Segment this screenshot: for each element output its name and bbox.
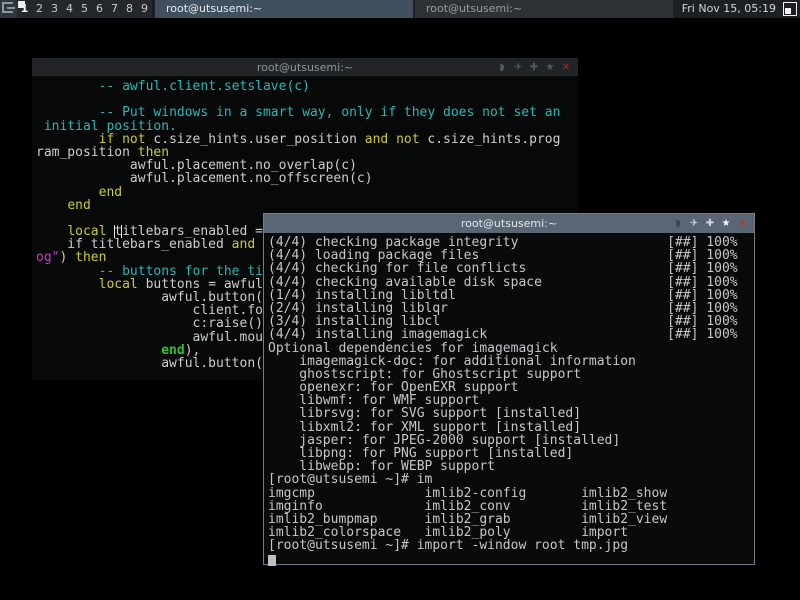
sticky-icon[interactable]: ✚ [526,58,542,77]
terminal-line [36,93,574,106]
floating-icon[interactable]: ◗ [494,58,510,77]
layout-icon-inner [785,8,791,14]
terminal-line: if not c.size_hints.user_position and no… [36,133,574,146]
terminal-line [268,553,750,566]
terminal-line: (2/4) installing liblqr [##] 100% [268,302,750,315]
tag-4[interactable]: 4 [62,0,77,18]
terminal-line: libpng: for PNG support [installed] [268,447,750,460]
terminal-line: (4/4) loading package files [##] 100% [268,249,750,262]
terminal-line: imlib2_colorspace imlib2_poly import [268,526,750,539]
terminal-line: awful.placement.no_overlap(c) [36,159,574,172]
close-icon[interactable]: ✕ [558,58,574,77]
clock: Fri Nov 15, 05:19 [682,0,776,18]
tag-3[interactable]: 3 [47,0,62,18]
terminal-line: [root@utsusemi ~]# import -window root t… [268,539,750,552]
terminal-line: imagemagick-doc: for additional informat… [268,355,750,368]
terminal-line: jasper: for JPEG-2000 support [installed… [268,434,750,447]
terminal-line: ghostscript: for Ghostscript support [268,368,750,381]
logo-shape-2 [7,7,15,9]
ontop-icon[interactable]: ★ [542,58,558,77]
awesome-logo-icon[interactable] [0,0,17,18]
terminal-line: openexr: for OpenEXR support [268,381,750,394]
window2-titlebar-buttons: ◗✈✚★✕ [670,214,750,233]
terminal-line: end [36,199,574,212]
terminal-line: end [36,186,574,199]
window2-titlebar[interactable]: root@utsusemi:~ ◗✈✚★✕ [264,214,754,233]
window1-titlebar[interactable]: root@utsusemi:~ ◗✈✚★✕ [32,58,578,77]
terminal-line: imlib2_bumpmap imlib2_grab imlib2_view [268,513,750,526]
taglist: 123456789 [17,0,152,18]
terminal-line: libwmf: for WMF support [268,394,750,407]
terminal-line: (4/4) checking package integrity [##] 10… [268,236,750,249]
terminal-line: (4/4) installing imagemagick [##] 100% [268,328,750,341]
layout-icon[interactable] [783,2,797,16]
tag-8[interactable]: 8 [122,0,137,18]
terminal-line: awful.placement.no_offscreen(c) [36,172,574,185]
maximize-icon[interactable]: ✈ [686,214,702,233]
tag-2[interactable]: 2 [32,0,47,18]
terminal-line: (4/4) checking available disk space [##]… [268,276,750,289]
tag-1[interactable]: 1 [17,0,32,18]
tag-5[interactable]: 5 [77,0,92,18]
terminal-line: libwebp: for WEBP support [268,460,750,473]
terminal-line: (1/4) installing libltdl [##] 100% [268,289,750,302]
tag-7[interactable]: 7 [107,0,122,18]
floating-icon[interactable]: ◗ [670,214,686,233]
sticky-icon[interactable]: ✚ [702,214,718,233]
terminal-line: (4/4) checking for file conflicts [##] 1… [268,262,750,275]
terminal-line: imgcmp imlib2-config imlib2_show [268,487,750,500]
close-icon[interactable]: ✕ [734,214,750,233]
terminal-line: (3/4) installing libcl [##] 100% [268,315,750,328]
tag-6[interactable]: 6 [92,0,107,18]
terminal-line: libxml2: for XML support [installed] [268,421,750,434]
terminal-window-pacman: root@utsusemi:~ ◗✈✚★✕ (4/4) checking pac… [263,213,755,565]
terminal-line: -- Put windows in a smart way, only if t… [36,106,574,119]
terminal-line: -- awful.client.setslave(c) [36,80,574,93]
task-item-1[interactable]: root@utsusemi:~ [155,0,413,18]
tag-9[interactable]: 9 [137,0,152,18]
terminal-line: initial position. [36,120,574,133]
ontop-icon[interactable]: ★ [718,214,734,233]
terminal-line: imginfo imlib2_conv imlib2_test [268,500,750,513]
terminal-line: ram_position then [36,146,574,159]
terminal-line: librsvg: for SVG support [installed] [268,407,750,420]
maximize-icon[interactable]: ✈ [510,58,526,77]
terminal-line: Optional dependencies for imagemagick [268,342,750,355]
top-bar: 123456789 root@utsusemi:~ root@utsusemi:… [0,0,800,18]
task-item-2[interactable]: root@utsusemi:~ [415,0,673,18]
terminal-line: [root@utsusemi ~]# im [268,473,750,486]
window2-terminal-content[interactable]: (4/4) checking package integrity [##] 10… [264,233,754,569]
window1-titlebar-buttons: ◗✈✚★✕ [494,58,574,76]
selected-tag-square [18,1,25,8]
